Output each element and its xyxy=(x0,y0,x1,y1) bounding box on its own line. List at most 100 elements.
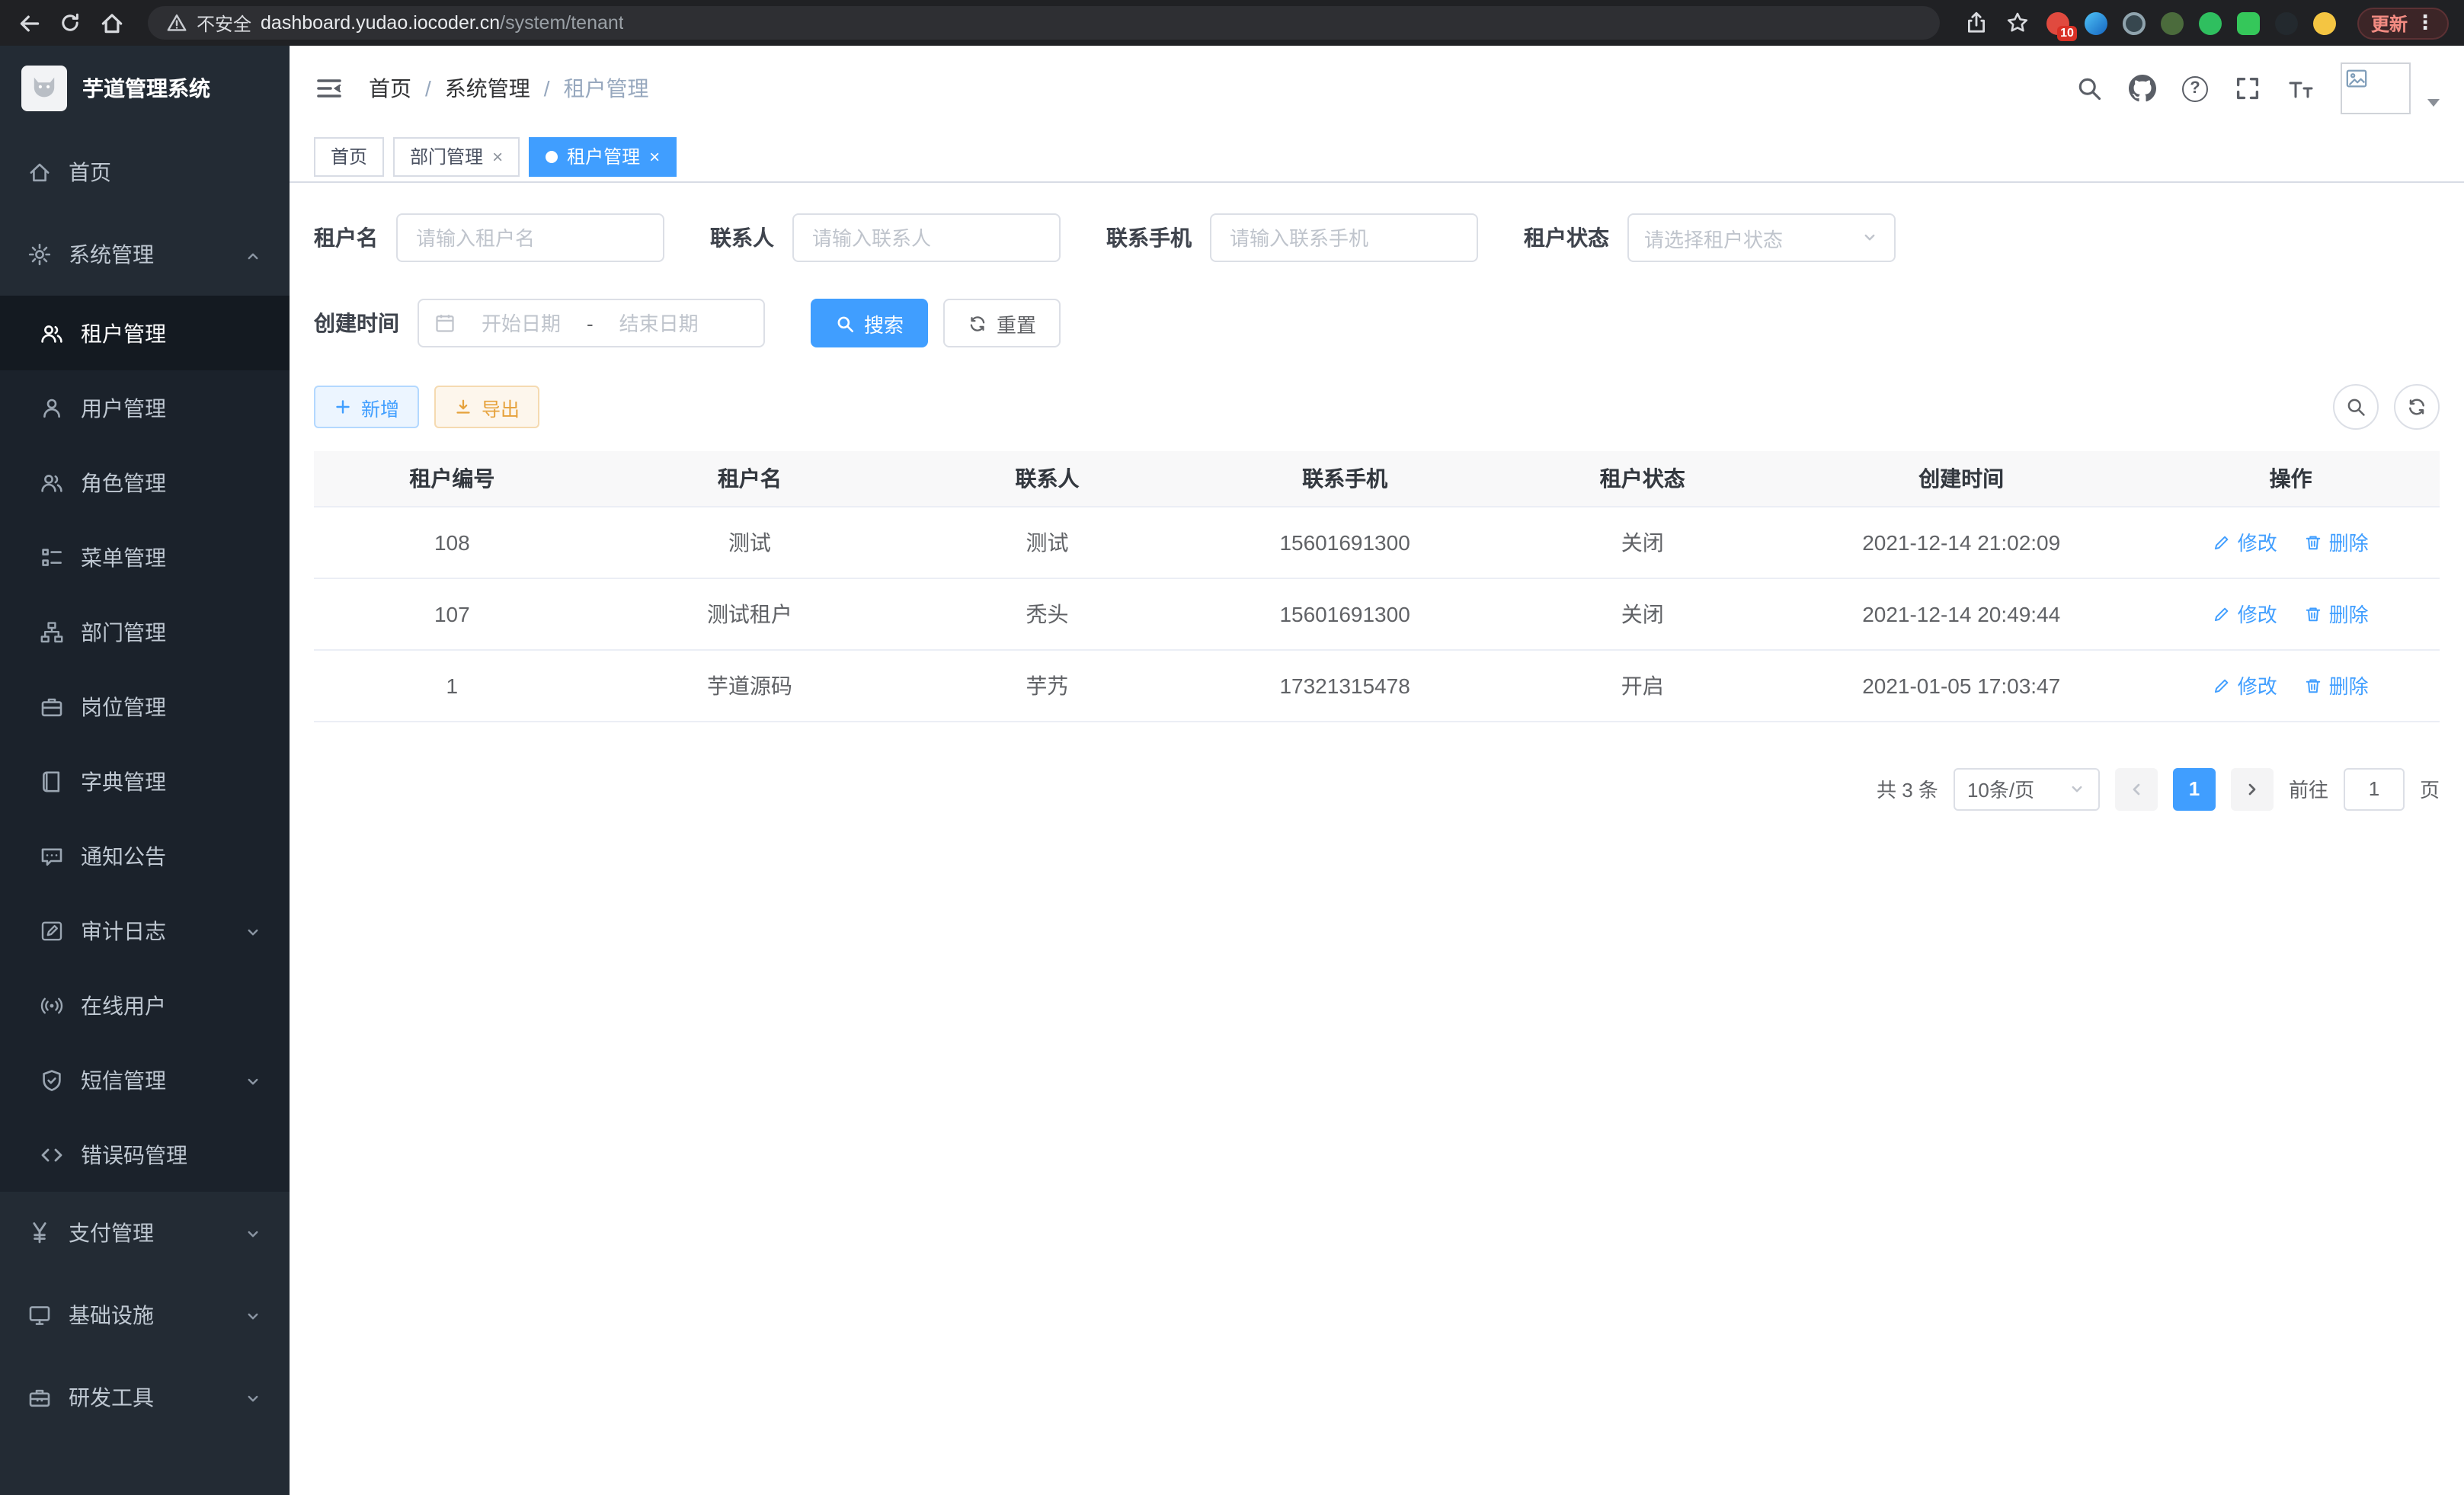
top-header: 首页 / 系统管理 / 租户管理 ? xyxy=(290,46,2464,131)
field-label: 联系手机 xyxy=(1106,222,1192,253)
reset-button[interactable]: 重置 xyxy=(943,299,1061,347)
sidebar-item-audit-log[interactable]: 审计日志 xyxy=(0,893,290,968)
font-size-icon[interactable] xyxy=(2287,75,2315,102)
extension-icon-2[interactable] xyxy=(2083,10,2109,36)
sidebar-item-sms[interactable]: 短信管理 xyxy=(0,1042,290,1117)
address-bar[interactable]: 不安全 dashboard.yudao.iocoder.cn/system/te… xyxy=(148,6,1940,40)
sidebar-toggle-icon[interactable] xyxy=(314,73,344,104)
breadcrumb-system[interactable]: 系统管理 xyxy=(445,73,530,104)
tenant-name-input[interactable] xyxy=(396,213,664,262)
field-label: 联系人 xyxy=(710,222,774,253)
sidebar: 芋道管理系统 首页 系统管理 租户管理 xyxy=(0,46,290,1495)
status-select[interactable]: 请选择租户状态 xyxy=(1627,213,1896,262)
prev-page-button[interactable] xyxy=(2115,767,2158,810)
add-button-label: 新增 xyxy=(361,392,399,421)
page-size-select[interactable]: 10条/页 xyxy=(1954,767,2100,810)
sidebar-item-post[interactable]: 岗位管理 xyxy=(0,669,290,744)
next-page-button[interactable] xyxy=(2231,767,2274,810)
home-icon[interactable] xyxy=(98,9,125,37)
extensions-strip: 10 xyxy=(2045,10,2338,36)
add-button[interactable]: 新增 xyxy=(314,386,419,428)
sidebar-item-dev-tools[interactable]: 研发工具 xyxy=(0,1356,290,1439)
help-icon[interactable]: ? xyxy=(2182,75,2208,101)
delete-link[interactable]: 删除 xyxy=(2305,527,2369,556)
extension-icon-8[interactable] xyxy=(2312,10,2338,36)
end-date-input[interactable] xyxy=(603,312,715,335)
column-header: 租户名 xyxy=(590,451,910,506)
delete-link[interactable]: 删除 xyxy=(2305,599,2369,628)
sidebar-item-menu[interactable]: 菜单管理 xyxy=(0,520,290,594)
close-icon[interactable]: × xyxy=(492,147,503,165)
sidebar-item-label: 在线用户 xyxy=(81,990,166,1020)
delete-link[interactable]: 删除 xyxy=(2305,671,2369,699)
fullscreen-icon[interactable] xyxy=(2234,75,2261,102)
home-icon xyxy=(27,160,52,184)
edit-link[interactable]: 修改 xyxy=(2213,599,2277,628)
date-range-picker[interactable]: - xyxy=(418,299,765,347)
sidebar-item-error-code[interactable]: 错误码管理 xyxy=(0,1117,290,1192)
toggle-search-icon[interactable] xyxy=(2333,384,2379,430)
bookmark-star-icon[interactable] xyxy=(2004,9,2031,37)
share-icon[interactable] xyxy=(1963,9,1990,37)
system-submenu: 租户管理 用户管理 角色管理 菜单管理 xyxy=(0,296,290,1192)
table-toolbar: 新增 导出 xyxy=(314,384,2440,430)
extension-icon-7[interactable] xyxy=(2274,10,2299,36)
search-button[interactable]: 搜索 xyxy=(811,299,928,347)
more-menu-icon[interactable]: ⋮ xyxy=(2415,11,2435,35)
sidebar-item-role[interactable]: 角色管理 xyxy=(0,445,290,520)
edit-link[interactable]: 修改 xyxy=(2213,527,2277,556)
sidebar-item-infra[interactable]: 基础设施 xyxy=(0,1274,290,1356)
extension-icon-3[interactable] xyxy=(2121,10,2147,36)
update-button[interactable]: 更新 ⋮ xyxy=(2357,7,2449,39)
back-icon[interactable] xyxy=(15,9,43,37)
field-label: 租户状态 xyxy=(1524,222,1609,253)
sidebar-item-label: 部门管理 xyxy=(81,616,166,647)
sidebar-item-label: 短信管理 xyxy=(81,1064,166,1095)
sidebar-item-user[interactable]: 用户管理 xyxy=(0,370,290,445)
refresh-icon[interactable] xyxy=(2394,384,2440,430)
sidebar-item-system[interactable]: 系统管理 xyxy=(0,213,290,296)
tab-tenant[interactable]: 租户管理 × xyxy=(529,136,677,176)
reload-icon[interactable] xyxy=(56,9,84,37)
sidebar-item-notice[interactable]: 通知公告 xyxy=(0,818,290,893)
goto-page-input[interactable] xyxy=(2344,767,2405,810)
export-button[interactable]: 导出 xyxy=(434,386,539,428)
sidebar-item-online-users[interactable]: 在线用户 xyxy=(0,968,290,1042)
user-icon xyxy=(40,395,64,420)
search-icon[interactable] xyxy=(2075,75,2103,102)
date-separator: - xyxy=(587,312,594,335)
cell-contact: 秃头 xyxy=(909,578,1186,649)
broken-image-icon xyxy=(2345,67,2368,90)
tab-dept[interactable]: 部门管理 × xyxy=(393,136,520,176)
avatar[interactable] xyxy=(2341,62,2411,114)
filter-status: 租户状态 请选择租户状态 xyxy=(1524,213,1896,262)
extension-icon-1[interactable]: 10 xyxy=(2045,10,2071,36)
sidebar-item-payment[interactable]: 支付管理 xyxy=(0,1192,290,1274)
sidebar-item-dict[interactable]: 字典管理 xyxy=(0,744,290,818)
avatar-caret-icon[interactable] xyxy=(2427,98,2440,106)
breadcrumb-current: 租户管理 xyxy=(564,73,649,104)
edit-link[interactable]: 修改 xyxy=(2213,671,2277,699)
sidebar-item-home[interactable]: 首页 xyxy=(0,131,290,213)
start-date-input[interactable] xyxy=(465,312,578,335)
github-icon[interactable] xyxy=(2129,75,2156,102)
breadcrumb-home[interactable]: 首页 xyxy=(369,73,411,104)
breadcrumb: 首页 / 系统管理 / 租户管理 xyxy=(369,73,649,104)
tab-home[interactable]: 首页 xyxy=(314,136,384,176)
close-icon[interactable]: × xyxy=(649,147,660,165)
cell-name: 测试租户 xyxy=(590,578,910,649)
contact-input[interactable] xyxy=(792,213,1061,262)
logo-row[interactable]: 芋道管理系统 xyxy=(0,46,290,131)
extension-icon-5[interactable] xyxy=(2197,10,2223,36)
breadcrumb-separator: / xyxy=(425,76,431,101)
mobile-input[interactable] xyxy=(1210,213,1478,262)
delete-label: 删除 xyxy=(2329,527,2369,556)
page-number-1[interactable]: 1 xyxy=(2173,767,2216,810)
column-header: 租户状态 xyxy=(1504,451,1781,506)
sidebar-item-dept[interactable]: 部门管理 xyxy=(0,594,290,669)
sidebar-item-label: 研发工具 xyxy=(69,1382,154,1413)
extension-icon-6[interactable] xyxy=(2235,10,2261,36)
filter-tenant-name: 租户名 xyxy=(314,213,664,262)
sidebar-item-tenant[interactable]: 租户管理 xyxy=(0,296,290,370)
extension-icon-4[interactable] xyxy=(2159,10,2185,36)
